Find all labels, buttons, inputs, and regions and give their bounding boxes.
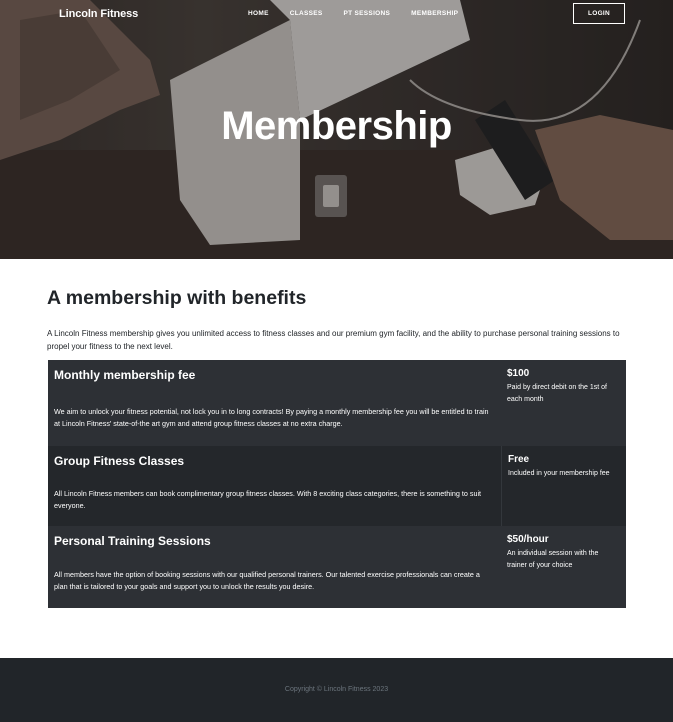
section-heading: A membership with benefits — [47, 287, 307, 309]
plan-note: Included in your membership fee — [508, 470, 610, 477]
plan-price: $100 — [507, 368, 530, 379]
nav-links: HOME CLASSES PT SESSIONS MEMBERSHIP — [248, 10, 479, 17]
nav-link-home[interactable]: HOME — [248, 10, 269, 17]
plan-row-personal-training: Personal Training Sessions All members h… — [48, 526, 626, 608]
navbar: Lincoln Fitness HOME CLASSES PT SESSIONS… — [0, 0, 673, 30]
plan-description: All Lincoln Fitness members can book com… — [54, 489, 482, 510]
plan-pricing: $100 Paid by direct debit on the 1st of … — [501, 360, 626, 446]
nav-link-classes[interactable]: CLASSES — [290, 10, 323, 17]
copyright-text: Copyright © Lincoln Fitness 2023 — [284, 686, 389, 693]
plan-note: An individual session with the trainer o… — [507, 550, 599, 569]
plan-price: Free — [508, 454, 530, 465]
footer: Copyright © Lincoln Fitness 2023 — [0, 658, 673, 722]
login-button[interactable]: LOGIN — [573, 3, 625, 24]
plan-description: We aim to unlock your fitness potential,… — [54, 407, 489, 428]
plan-note: Paid by direct debit on the 1st of each … — [507, 384, 608, 403]
plan-title: Personal Training Sessions — [54, 534, 211, 548]
plan-row-group-classes: Group Fitness Classes All Lincoln Fitnes… — [48, 446, 626, 526]
plan-info: Monthly membership fee We aim to unlock … — [48, 360, 501, 446]
brand-logo[interactable]: Lincoln Fitness — [59, 8, 138, 20]
page-title: Membership — [221, 104, 452, 148]
nav-link-membership[interactable]: MEMBERSHIP — [411, 10, 458, 17]
hero-banner: Lincoln Fitness HOME CLASSES PT SESSIONS… — [0, 0, 673, 259]
plan-title: Monthly membership fee — [54, 368, 196, 382]
plan-title: Group Fitness Classes — [54, 454, 185, 468]
membership-table: Monthly membership fee We aim to unlock … — [48, 360, 626, 608]
intro-paragraph: A Lincoln Fitness membership gives you u… — [47, 329, 620, 351]
plan-pricing: $50/hour An individual session with the … — [501, 526, 626, 608]
plan-description: All members have the option of booking s… — [54, 570, 480, 591]
plan-row-monthly: Monthly membership fee We aim to unlock … — [48, 360, 626, 446]
plan-pricing: Free Included in your membership fee — [501, 446, 626, 526]
plan-info: Personal Training Sessions All members h… — [48, 526, 501, 608]
plan-price: $50/hour — [507, 534, 549, 545]
nav-link-pt-sessions[interactable]: PT SESSIONS — [344, 10, 391, 17]
plan-info: Group Fitness Classes All Lincoln Fitnes… — [48, 446, 501, 526]
